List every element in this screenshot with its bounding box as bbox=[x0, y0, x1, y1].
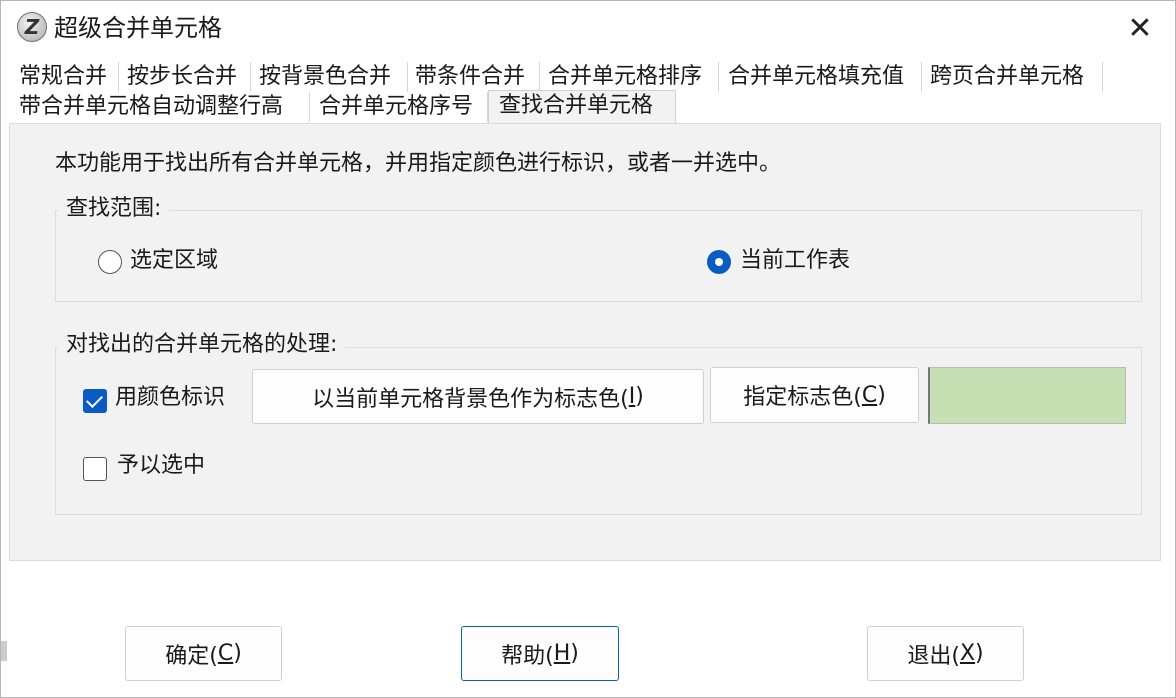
select-label[interactable]: 予以选中 bbox=[117, 451, 205, 481]
ok-button[interactable]: 确定(C) bbox=[125, 626, 282, 681]
use-current-bg-label: 以当前单元格背景色作为标志色( bbox=[312, 386, 629, 412]
tab-bg-color-merge[interactable]: 按背景色合并 bbox=[259, 62, 408, 92]
range-group-label: 查找范围: bbox=[58, 194, 170, 224]
tab-merged-serial[interactable]: 合并单元格序号 bbox=[319, 92, 488, 122]
process-group-label: 对找出的合并单元格的处理: bbox=[58, 330, 346, 360]
tab-step-merge[interactable]: 按步长合并 bbox=[127, 62, 251, 92]
use-current-bg-suffix: ) bbox=[635, 384, 644, 409]
ok-accesskey: C bbox=[217, 641, 234, 666]
select-checkbox[interactable] bbox=[83, 457, 107, 481]
tab-find-merged[interactable]: 查找合并单元格 bbox=[488, 90, 676, 124]
radio-current-sheet-label[interactable]: 当前工作表 bbox=[740, 246, 850, 276]
exit-button[interactable]: 退出(X) bbox=[867, 626, 1024, 681]
tab-auto-row-height[interactable]: 带合并单元格自动调整行高 bbox=[19, 92, 310, 122]
radio-current-sheet[interactable] bbox=[707, 250, 731, 274]
tab-cross-page-merge[interactable]: 跨页合并单元格 bbox=[930, 62, 1103, 92]
mark-color-checkbox[interactable] bbox=[83, 389, 107, 413]
specify-color-suffix: ) bbox=[877, 382, 886, 408]
help-button[interactable]: 帮助(H) bbox=[461, 626, 619, 681]
window-edge-mark bbox=[1, 641, 7, 661]
help-label: 帮助( bbox=[501, 643, 554, 669]
tab-merged-sort[interactable]: 合并单元格排序 bbox=[548, 62, 719, 92]
use-current-bg-button[interactable]: 以当前单元格背景色作为标志色(I) bbox=[252, 369, 704, 424]
exit-accesskey: X bbox=[959, 641, 976, 666]
app-logo-icon: Z bbox=[17, 12, 47, 42]
tab-conditional-merge[interactable]: 带条件合并 bbox=[415, 62, 540, 92]
mark-color-label[interactable]: 用颜色标识 bbox=[115, 383, 225, 413]
description-text: 本功能用于找出所有合并单元格，并用指定颜色进行标识，或者一并选中。 bbox=[55, 151, 782, 176]
help-accesskey: H bbox=[553, 641, 571, 666]
specify-color-button[interactable]: 指定标志色(C) bbox=[710, 367, 919, 423]
window-title: 超级合并单元格 bbox=[54, 14, 222, 42]
close-icon: ✕ bbox=[1127, 10, 1153, 46]
dialog-window: Z 超级合并单元格 ✕ 常规合并 按步长合并 按背景色合并 带条件合并 合并单元… bbox=[0, 0, 1176, 698]
specify-color-accesskey: C bbox=[861, 382, 878, 408]
help-suffix: ) bbox=[570, 641, 579, 666]
ok-suffix: ) bbox=[233, 641, 242, 666]
color-swatch[interactable] bbox=[928, 367, 1126, 424]
ok-label: 确定( bbox=[165, 643, 218, 669]
specify-color-label: 指定标志色( bbox=[743, 385, 862, 410]
title-bar[interactable]: Z 超级合并单元格 ✕ bbox=[1, 1, 1176, 57]
radio-selected-area[interactable] bbox=[98, 250, 122, 274]
close-button[interactable]: ✕ bbox=[1117, 7, 1163, 49]
radio-selected-area-label[interactable]: 选定区域 bbox=[130, 246, 218, 276]
range-groupbox bbox=[55, 210, 1142, 302]
exit-suffix: ) bbox=[975, 641, 984, 666]
exit-label: 退出( bbox=[907, 643, 960, 669]
tab-merged-fill[interactable]: 合并单元格填充值 bbox=[728, 62, 922, 92]
tab-regular-merge[interactable]: 常规合并 bbox=[19, 62, 119, 92]
